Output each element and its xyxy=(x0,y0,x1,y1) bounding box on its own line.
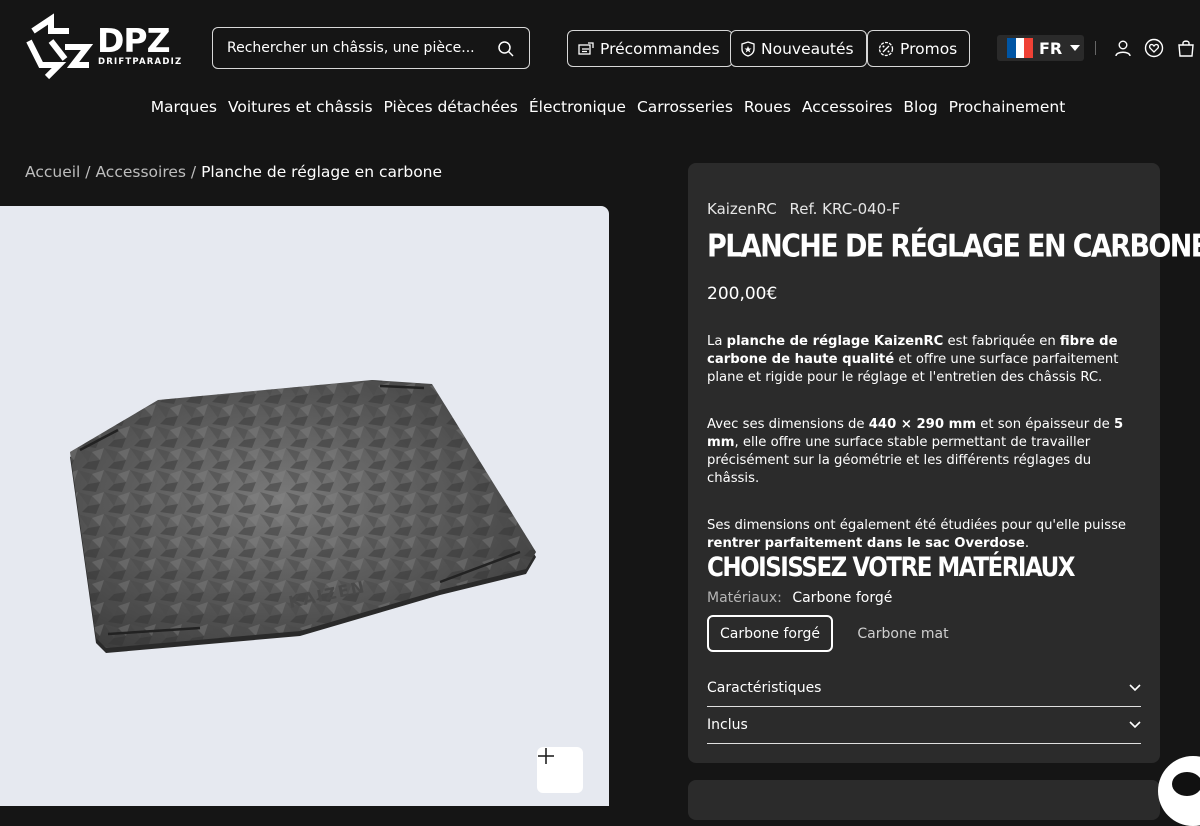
breadcrumb-home[interactable]: Accueil xyxy=(25,163,80,181)
description-paragraph: Avec ses dimensions de 440 × 290 mm et s… xyxy=(707,416,1132,488)
nav-item-cars-chassis[interactable]: Voitures et châssis xyxy=(228,98,373,116)
accordion-characteristics[interactable]: Caractéristiques xyxy=(707,670,1141,707)
new-arrivals-button[interactable]: Nouveautés xyxy=(730,30,867,67)
caret-down-icon xyxy=(1070,45,1081,51)
shield-icon xyxy=(741,40,755,57)
description-paragraph: Ses dimensions ont également été étudiée… xyxy=(707,517,1132,553)
option-forged-carbon[interactable]: Carbone forgé xyxy=(707,615,833,652)
chevron-down-icon xyxy=(1129,721,1141,729)
header-divider xyxy=(1095,41,1096,55)
accordion-included[interactable]: Inclus xyxy=(707,707,1141,744)
nav-item-bodies[interactable]: Carrosseries xyxy=(637,98,733,116)
discount-badge-icon xyxy=(878,41,894,56)
text-span: Avec ses dimensions de xyxy=(707,417,869,432)
text-span: est fabriquée en xyxy=(943,334,1060,349)
bold-text: planche de réglage KaizenRC xyxy=(726,334,944,349)
account-icon[interactable] xyxy=(1113,38,1133,58)
brand-subtitle: DRIFTPARADIZ xyxy=(98,57,183,67)
product-vendor[interactable]: KaizenRC xyxy=(707,200,777,218)
breadcrumb-separator: / xyxy=(190,163,197,181)
option-matte-carbon[interactable]: Carbone mat xyxy=(848,615,958,652)
nav-item-electronics[interactable]: Électronique xyxy=(529,98,626,116)
site-header: DPZ DRIFTPARADIZ Précommandes Nouveautés xyxy=(0,0,1200,140)
wishlist-icon[interactable] xyxy=(1144,38,1164,58)
main-navigation: Marques Voitures et châssis Pièces détac… xyxy=(0,98,1200,116)
product-vendor-line: KaizenRC Ref. KRC-040-F xyxy=(707,200,908,218)
new-arrivals-label: Nouveautés xyxy=(761,39,854,58)
nav-item-spare-parts[interactable]: Pièces détachées xyxy=(384,98,518,116)
product-price: 200,00€ xyxy=(707,284,778,304)
text-span: . xyxy=(1024,536,1030,551)
product-title: PLANCHE DE RÉGLAGE EN CARBONE xyxy=(707,229,1200,265)
text-span: Ses dimensions ont également été étudiée… xyxy=(707,518,1127,533)
preorder-icon xyxy=(578,41,594,55)
text-span: La xyxy=(707,334,727,349)
accordion-label: Inclus xyxy=(707,717,748,733)
breadcrumb: Accueil / Accessoires / Planche de régla… xyxy=(25,163,442,181)
breadcrumb-separator: / xyxy=(85,163,91,181)
language-code: FR xyxy=(1039,38,1063,58)
preorders-button[interactable]: Précommandes xyxy=(567,30,733,67)
text-span: et son épaisseur de xyxy=(976,417,1114,432)
zoom-button[interactable] xyxy=(537,747,583,793)
search-box xyxy=(212,27,530,69)
preorders-label: Précommandes xyxy=(600,39,720,58)
material-selection-line: Matériaux: Carbone forgé xyxy=(707,590,892,606)
brand-name: DPZ xyxy=(97,21,171,60)
product-description: La planche de réglage KaizenRC est fabri… xyxy=(707,333,1132,582)
nav-item-wheels[interactable]: Roues xyxy=(744,98,791,116)
breadcrumb-category[interactable]: Accessoires xyxy=(95,163,186,181)
product-ref: Ref. KRC-040-F xyxy=(789,200,901,218)
variant-heading: CHOISISSEZ VOTRE MATÉRIAUX xyxy=(707,553,1076,583)
promos-button[interactable]: Promos xyxy=(867,30,971,67)
nav-item-blog[interactable]: Blog xyxy=(903,98,937,116)
brand-logo[interactable]: DPZ DRIFTPARADIZ xyxy=(25,13,181,83)
carbon-board-image: KAIZEN xyxy=(70,380,536,653)
search-icon[interactable] xyxy=(497,40,515,58)
secondary-panel xyxy=(688,780,1160,820)
chat-widget-button[interactable] xyxy=(1158,756,1200,826)
chevron-down-icon xyxy=(1129,684,1141,692)
search-input[interactable] xyxy=(227,38,487,58)
product-info-panel: KaizenRC Ref. KRC-040-F PLANCHE DE RÉGLA… xyxy=(688,163,1200,763)
material-selected-value: Carbone forgé xyxy=(792,590,893,606)
france-flag-icon xyxy=(1007,38,1034,58)
bold-text: 440 × 290 mm xyxy=(868,417,977,432)
material-label: Matériaux: xyxy=(707,590,782,606)
nav-item-coming-soon[interactable]: Prochainement xyxy=(949,98,1066,116)
promos-label: Promos xyxy=(900,39,958,58)
description-paragraph: La planche de réglage KaizenRC est fabri… xyxy=(707,333,1132,387)
text-span: , elle offre une surface stable permetta… xyxy=(707,435,1092,486)
chat-icon xyxy=(1172,772,1200,796)
bold-text: rentrer parfaitement dans le sac Overdos… xyxy=(707,536,1025,551)
nav-item-accessories[interactable]: Accessoires xyxy=(802,98,893,116)
cart-icon[interactable] xyxy=(1176,38,1196,58)
accordion-label: Caractéristiques xyxy=(707,680,822,696)
dpz-logo-icon xyxy=(26,13,94,80)
breadcrumb-current: Planche de réglage en carbone xyxy=(201,163,443,181)
plus-icon xyxy=(538,748,554,764)
nav-item-brands[interactable]: Marques xyxy=(151,98,217,116)
product-image[interactable]: KAIZEN xyxy=(0,206,609,806)
language-selector[interactable]: FR xyxy=(997,35,1085,61)
